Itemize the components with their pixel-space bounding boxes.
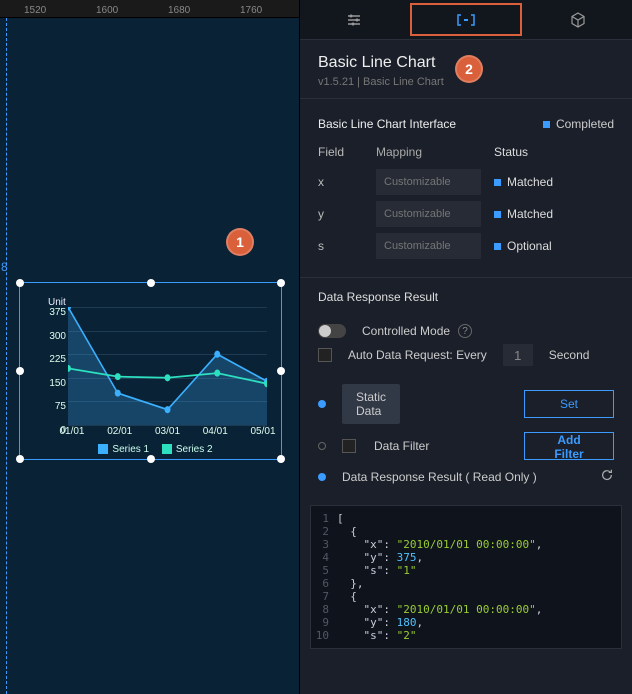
properties-panel: 2 Basic Line Chart v1.5.21 | Basic Line …: [300, 0, 632, 694]
resize-handle[interactable]: [277, 279, 285, 287]
callout-1: 1: [226, 228, 254, 256]
data-response-title: Data Response Result: [300, 277, 632, 312]
data-brackets-icon: [456, 13, 476, 27]
tab-data[interactable]: [410, 3, 521, 36]
tab-style[interactable]: [300, 0, 407, 39]
interface-section: Basic Line Chart Interface Completed Fie…: [300, 98, 632, 277]
vertical-guide: [6, 18, 7, 694]
resize-handle[interactable]: [16, 455, 24, 463]
y-axis: 375 300 225 150 75 0: [36, 307, 68, 425]
add-filter-button[interactable]: Add Filter: [524, 432, 614, 460]
resize-handle[interactable]: [147, 279, 155, 287]
set-button[interactable]: Set: [524, 390, 614, 418]
json-code-viewer[interactable]: 1[ 2 { 3 "x": "2010/01/01 00:00:00", 4 "…: [310, 505, 622, 649]
interface-label: Basic Line Chart Interface: [318, 117, 456, 131]
pipeline-bullet: [318, 400, 326, 408]
data-filter-label: Data Filter: [374, 439, 514, 453]
completed-status: Completed: [543, 117, 614, 131]
col-status-header: Status: [494, 145, 614, 159]
auto-request-interval-input[interactable]: [503, 344, 533, 366]
pipeline-bullet: [318, 473, 326, 481]
mapping-input-y[interactable]: [376, 201, 481, 227]
resize-handle[interactable]: [16, 279, 24, 287]
auto-request-checkbox[interactable]: [318, 348, 332, 362]
resize-handle[interactable]: [277, 367, 285, 375]
refresh-icon[interactable]: [600, 468, 614, 485]
col-mapping-header: Mapping: [376, 145, 486, 159]
controlled-mode-toggle[interactable]: [318, 324, 346, 338]
col-field-header: Field: [318, 145, 368, 159]
resize-handle[interactable]: [16, 367, 24, 375]
horizontal-ruler: 1520 1600 1680 1760: [0, 0, 299, 18]
resize-handle[interactable]: [147, 455, 155, 463]
chart-legend: Series 1 Series 2: [26, 444, 275, 455]
mapping-input-s[interactable]: [376, 233, 481, 259]
field-row-y: y Matched: [318, 201, 614, 227]
panel-tabs: [300, 0, 632, 40]
sliders-icon: [346, 12, 362, 28]
resize-handle[interactable]: [277, 455, 285, 463]
line-chart: Unit 375 300 225 150 75 0: [26, 289, 275, 453]
help-icon[interactable]: ?: [458, 324, 472, 338]
field-row-s: s Optional: [318, 233, 614, 259]
tab-interaction[interactable]: [525, 0, 632, 39]
plot-area: [68, 307, 267, 425]
data-pipeline: Static Data Set Data Filter Add Filter D…: [300, 372, 632, 505]
controlled-mode-row: Controlled Mode ?: [318, 324, 614, 338]
callout-2: 2: [455, 55, 483, 83]
canvas-area[interactable]: 1520 1600 1680 1760 8 1 Unit 375 300 225…: [0, 0, 300, 694]
guide-position-label: 8: [1, 260, 8, 274]
selected-chart-widget[interactable]: Unit 375 300 225 150 75 0: [19, 282, 282, 460]
x-axis: 01/01 02/01 03/01 04/01 05/01: [68, 426, 267, 440]
field-row-x: x Matched: [318, 169, 614, 195]
pipeline-bullet: [318, 442, 326, 450]
auto-request-row: Auto Data Request: Every Second: [318, 344, 614, 366]
mapping-input-x[interactable]: [376, 169, 481, 195]
cube-icon: [570, 12, 586, 28]
static-data-pill[interactable]: Static Data: [342, 384, 400, 424]
data-filter-checkbox[interactable]: [342, 439, 356, 453]
readonly-result-label: Data Response Result ( Read Only ): [342, 470, 590, 484]
